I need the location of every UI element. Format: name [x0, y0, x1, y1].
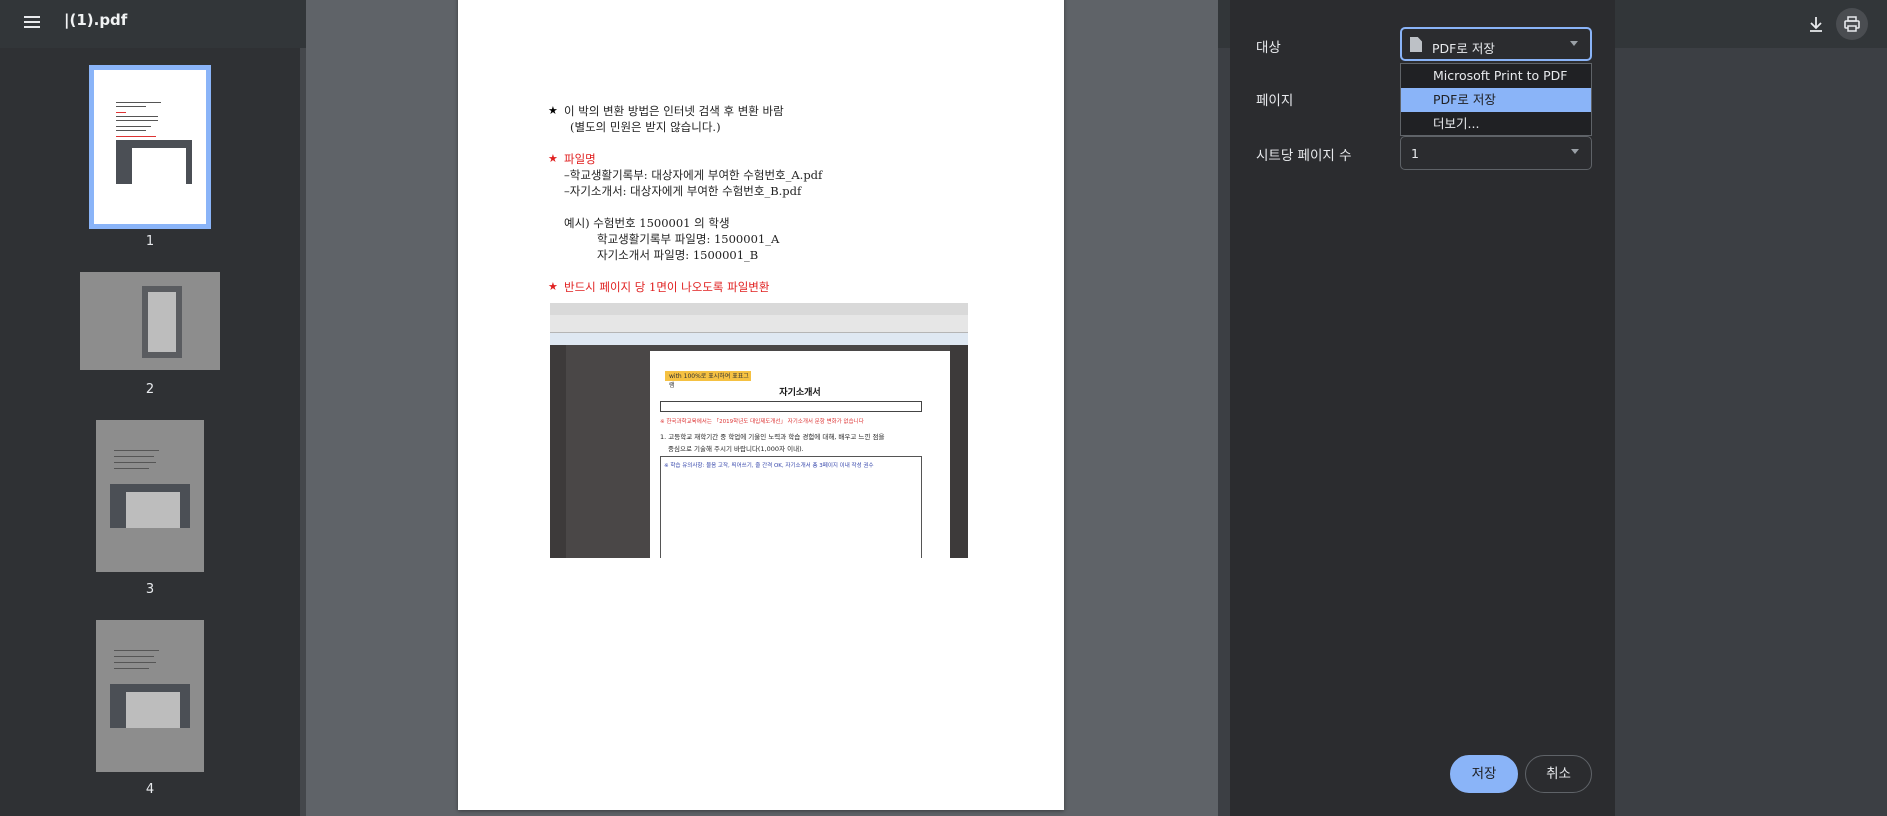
menu-icon[interactable]	[22, 12, 44, 34]
doc-example-3: 자기소개서 파일명: 1500001_B	[597, 248, 759, 262]
doc-section-filename: 파일명	[564, 152, 596, 166]
doc-section-one-page: 반드시 페이지 당 1면이 나오도록 파일변환	[564, 280, 770, 294]
page-thumbnail-3[interactable]	[96, 420, 204, 572]
embedded-tag: with 100%로 표시하여 표표그램	[665, 371, 751, 389]
thumbnail-label-2: 2	[145, 382, 155, 397]
embedded-right-pane	[950, 345, 968, 558]
embedded-question-2: 중심으로 기술해 주시기 바랍니다(1,000자 이내).	[668, 445, 804, 453]
doc-item-1: –학교생활기록부: 대상자에게 부여한 수험번호_A.pdf	[564, 168, 823, 182]
star-bullet: ★	[548, 152, 558, 165]
pdf-print-preview-window: |(1).pdf 1 2 3 4 ★ 이 박의 변환 방법은 인터넷 검색 후 …	[0, 0, 1887, 816]
download-icon[interactable]	[1800, 8, 1832, 40]
thumbnail-label-1: 1	[145, 234, 155, 249]
page-thumbnail-2[interactable]	[80, 272, 220, 370]
embedded-red-note: ※ 한국과학교육에서는 「2019학년도 대입제도개선」 자기소개서 문항 변화…	[660, 419, 864, 425]
thumbnail-label-3: 3	[145, 582, 155, 597]
document-page: ★ 이 박의 변환 방법은 인터넷 검색 후 변환 바람 (별도의 민원은 받지…	[458, 0, 1064, 810]
embedded-box-note: ※ 학습 유의사항: 물음 고작, 띄어쓰기, 줄 간격 OK, 자기소개서 총…	[664, 463, 874, 469]
chevron-down-icon	[1571, 149, 1579, 154]
pages-per-sheet-select[interactable]: 1	[1400, 136, 1592, 170]
pages-label: 페이지	[1256, 93, 1294, 109]
doc-line-2: (별도의 민원은 받지 않습니다.)	[570, 120, 721, 134]
embedded-document: with 100%로 표시하여 표표그램 자기소개서 ※ 한국과학교육에서는 「…	[650, 351, 950, 558]
chevron-down-icon	[1570, 41, 1578, 46]
destination-select[interactable]: PDF로 저장	[1400, 27, 1592, 61]
dropdown-option-save-as-pdf[interactable]: PDF로 저장	[1401, 88, 1591, 112]
destination-value: PDF로 저장	[1432, 41, 1495, 56]
embedded-infobar	[550, 333, 968, 345]
dropdown-option-more[interactable]: 더보기...	[1401, 112, 1591, 136]
print-icon[interactable]	[1836, 8, 1868, 40]
embedded-question: 1. 고등학교 재학기간 중 학업에 기울인 노력과 학습 경험에 대해, 배우…	[660, 433, 885, 441]
destination-dropdown: Microsoft Print to PDF PDF로 저장 더보기...	[1400, 63, 1592, 136]
embedded-left-pane	[550, 345, 566, 558]
cancel-button[interactable]: 취소	[1525, 755, 1592, 793]
doc-example-2: 학교생활기록부 파일명: 1500001_A	[597, 232, 780, 246]
thumbnail-label-4: 4	[145, 782, 155, 797]
document-icon	[1410, 37, 1422, 52]
pages-per-sheet-value: 1	[1411, 146, 1419, 161]
file-title: |(1).pdf	[64, 11, 128, 29]
page-thumbnail-4[interactable]	[96, 620, 204, 772]
page-thumbnail-1[interactable]	[89, 65, 211, 229]
save-button[interactable]: 저장	[1450, 755, 1518, 793]
doc-line-1: 이 박의 변환 방법은 인터넷 검색 후 변환 바람	[564, 104, 784, 118]
star-bullet: ★	[548, 104, 558, 117]
pages-per-sheet-label: 시트당 페이지 수	[1256, 148, 1352, 164]
embedded-answer-box	[660, 456, 922, 558]
embedded-table	[660, 401, 922, 412]
embedded-toolbar	[550, 315, 968, 333]
doc-example-1: 예시) 수험번호 1500001 의 학생	[564, 216, 730, 230]
embedded-menubar	[550, 303, 968, 315]
dropdown-option-microsoft-print-to-pdf[interactable]: Microsoft Print to PDF	[1401, 64, 1591, 88]
thumbnail-sidebar: 1 2 3 4	[0, 48, 300, 816]
destination-label: 대상	[1256, 40, 1281, 56]
star-bullet: ★	[548, 280, 558, 293]
embedded-screenshot: with 100%로 표시하여 표표그램 자기소개서 ※ 한국과학교육에서는 「…	[550, 303, 968, 558]
doc-item-2: –자기소개서: 대상자에게 부여한 수험번호_B.pdf	[564, 184, 802, 198]
print-settings-panel: 대상 PDF로 저장 페이지 시트당 페이지 수 1 Microsoft Pri…	[1230, 0, 1615, 816]
document-viewer: ★ 이 박의 변환 방법은 인터넷 검색 후 변환 바람 (별도의 민원은 받지…	[306, 0, 1530, 816]
embedded-title: 자기소개서	[779, 388, 821, 398]
